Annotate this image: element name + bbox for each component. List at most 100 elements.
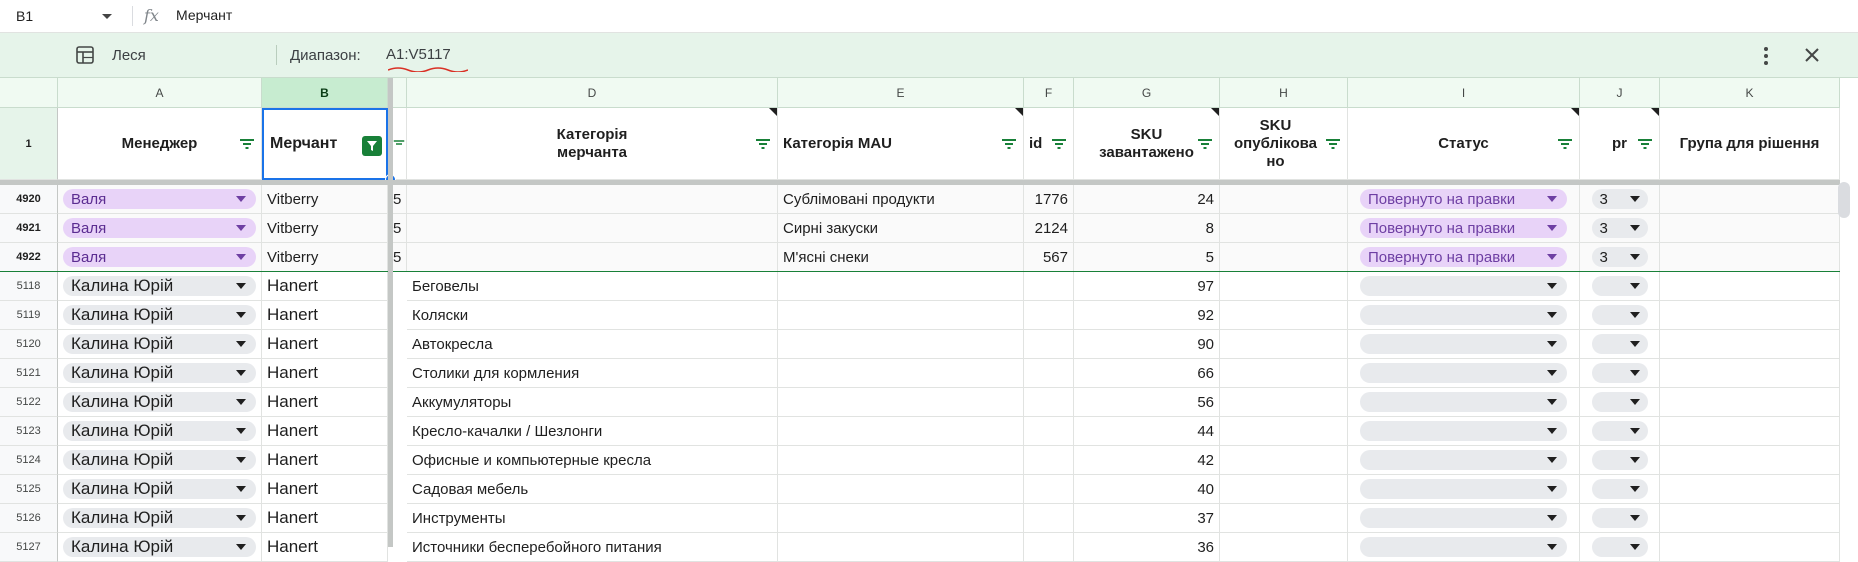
sku-loaded-cell[interactable]: 42 bbox=[1074, 446, 1220, 475]
column-header-c[interactable] bbox=[393, 78, 407, 108]
manager-cell[interactable]: Калина Юрій bbox=[58, 272, 262, 301]
id-cell[interactable] bbox=[1024, 446, 1074, 475]
c-cell[interactable]: 5 bbox=[393, 185, 407, 214]
filter-icon[interactable] bbox=[1001, 138, 1017, 150]
merchant-cell[interactable]: Hanert bbox=[262, 330, 388, 359]
pr-chip[interactable] bbox=[1591, 276, 1648, 296]
category-cell[interactable]: Садовая мебель bbox=[407, 475, 778, 504]
status-cell[interactable] bbox=[1348, 504, 1580, 533]
merchant-cell[interactable]: Vitberry bbox=[262, 243, 388, 272]
category-cell[interactable]: Столики для кормления bbox=[407, 359, 778, 388]
sku-loaded-cell[interactable]: 37 bbox=[1074, 504, 1220, 533]
filter-icon[interactable] bbox=[1557, 138, 1573, 150]
merchant-cell[interactable]: Vitberry bbox=[262, 185, 388, 214]
range-input[interactable]: A1:V5117 bbox=[386, 46, 451, 63]
chevron-down-icon[interactable] bbox=[1629, 457, 1640, 463]
category-mau-cell[interactable] bbox=[778, 359, 1024, 388]
category-cell[interactable]: Беговелы bbox=[407, 272, 778, 301]
id-cell[interactable] bbox=[1024, 272, 1074, 301]
row-header[interactable]: 5118 bbox=[0, 272, 58, 301]
merchant-cell[interactable]: Hanert bbox=[262, 388, 388, 417]
decision-group-cell[interactable] bbox=[1660, 446, 1840, 475]
category-cell[interactable] bbox=[407, 214, 778, 243]
category-mau-cell[interactable] bbox=[778, 533, 1024, 562]
id-cell[interactable]: 567 bbox=[1024, 243, 1074, 272]
filter-icon[interactable] bbox=[239, 138, 255, 150]
sku-loaded-cell[interactable]: 44 bbox=[1074, 417, 1220, 446]
chevron-down-icon[interactable] bbox=[1547, 486, 1557, 492]
category-mau-cell[interactable]: Сирні закуски bbox=[778, 214, 1024, 243]
status-chip[interactable] bbox=[1360, 450, 1567, 470]
chevron-down-icon[interactable] bbox=[236, 341, 246, 347]
status-chip[interactable] bbox=[1360, 508, 1567, 528]
category-mau-cell[interactable] bbox=[778, 301, 1024, 330]
filter-icon[interactable] bbox=[1051, 138, 1067, 150]
decision-group-cell[interactable] bbox=[1660, 243, 1840, 272]
decision-group-cell[interactable] bbox=[1660, 214, 1840, 243]
merchant-cell[interactable]: Hanert bbox=[262, 301, 388, 330]
manager-chip[interactable]: Валя bbox=[63, 218, 256, 238]
pr-cell[interactable] bbox=[1580, 417, 1660, 446]
pr-chip[interactable] bbox=[1591, 392, 1648, 412]
column-header-b[interactable]: B bbox=[262, 78, 388, 108]
chevron-down-icon[interactable] bbox=[236, 225, 246, 231]
status-chip[interactable] bbox=[1360, 421, 1567, 441]
sku-published-cell[interactable] bbox=[1220, 504, 1348, 533]
header-cell-merchant[interactable]: Мерчант bbox=[262, 108, 388, 180]
chevron-down-icon[interactable] bbox=[1547, 312, 1557, 318]
pr-chip[interactable] bbox=[1591, 508, 1648, 528]
id-cell[interactable]: 2124 bbox=[1024, 214, 1074, 243]
sku-loaded-cell[interactable]: 92 bbox=[1074, 301, 1220, 330]
manager-cell[interactable]: Валя bbox=[58, 243, 262, 272]
header-cell-manager[interactable]: Менеджер bbox=[58, 108, 262, 180]
status-cell[interactable] bbox=[1348, 359, 1580, 388]
chevron-down-icon[interactable] bbox=[236, 399, 246, 405]
status-cell[interactable] bbox=[1348, 272, 1580, 301]
category-mau-cell[interactable] bbox=[778, 475, 1024, 504]
active-filter-icon[interactable] bbox=[362, 136, 382, 156]
status-cell[interactable] bbox=[1348, 475, 1580, 504]
chevron-down-icon[interactable] bbox=[1629, 283, 1640, 289]
id-cell[interactable]: 1776 bbox=[1024, 185, 1074, 214]
chevron-down-icon[interactable] bbox=[1547, 544, 1557, 550]
column-header-k[interactable]: K bbox=[1660, 78, 1840, 108]
manager-chip[interactable]: Калина Юрій bbox=[63, 334, 256, 354]
sku-published-cell[interactable] bbox=[1220, 330, 1348, 359]
header-cell-sku-published[interactable]: SKU опублікова но bbox=[1220, 108, 1348, 180]
category-cell[interactable] bbox=[407, 185, 778, 214]
chevron-down-icon[interactable] bbox=[1547, 225, 1557, 231]
category-mau-cell[interactable] bbox=[778, 446, 1024, 475]
chevron-down-icon[interactable] bbox=[236, 312, 246, 318]
sku-loaded-cell[interactable]: 24 bbox=[1074, 185, 1220, 214]
chevron-down-icon[interactable] bbox=[1629, 399, 1640, 405]
category-cell[interactable]: Офисные и компьютерные кресла bbox=[407, 446, 778, 475]
pr-cell[interactable] bbox=[1580, 533, 1660, 562]
sku-published-cell[interactable] bbox=[1220, 272, 1348, 301]
id-cell[interactable] bbox=[1024, 359, 1074, 388]
filter-view-name[interactable]: Леся bbox=[112, 47, 146, 64]
category-cell[interactable]: Коляски bbox=[407, 301, 778, 330]
chevron-down-icon[interactable] bbox=[236, 254, 246, 260]
pr-cell[interactable]: 3 bbox=[1580, 185, 1660, 214]
status-chip[interactable] bbox=[1360, 537, 1567, 557]
sku-loaded-cell[interactable]: 90 bbox=[1074, 330, 1220, 359]
more-options-icon[interactable] bbox=[1756, 45, 1776, 67]
manager-cell[interactable]: Калина Юрій bbox=[58, 330, 262, 359]
manager-chip[interactable]: Калина Юрій bbox=[63, 450, 256, 470]
category-mau-cell[interactable]: Сублімовані продукти bbox=[778, 185, 1024, 214]
chevron-down-icon[interactable] bbox=[1629, 341, 1640, 347]
row-header[interactable]: 5125 bbox=[0, 475, 58, 504]
sku-published-cell[interactable] bbox=[1220, 417, 1348, 446]
manager-cell[interactable]: Калина Юрій bbox=[58, 533, 262, 562]
column-header-h[interactable]: H bbox=[1220, 78, 1348, 108]
pr-cell[interactable] bbox=[1580, 446, 1660, 475]
decision-group-cell[interactable] bbox=[1660, 504, 1840, 533]
header-cell-status[interactable]: Статус bbox=[1348, 108, 1580, 180]
filter-icon[interactable] bbox=[1325, 138, 1341, 150]
name-box[interactable]: B1 bbox=[8, 4, 120, 28]
manager-chip[interactable]: Калина Юрій bbox=[63, 276, 256, 296]
row-header[interactable]: 5124 bbox=[0, 446, 58, 475]
status-chip[interactable]: Повернуто на правки bbox=[1360, 247, 1567, 267]
status-chip[interactable]: Повернуто на правки bbox=[1360, 189, 1567, 209]
chevron-down-icon[interactable] bbox=[1547, 341, 1557, 347]
